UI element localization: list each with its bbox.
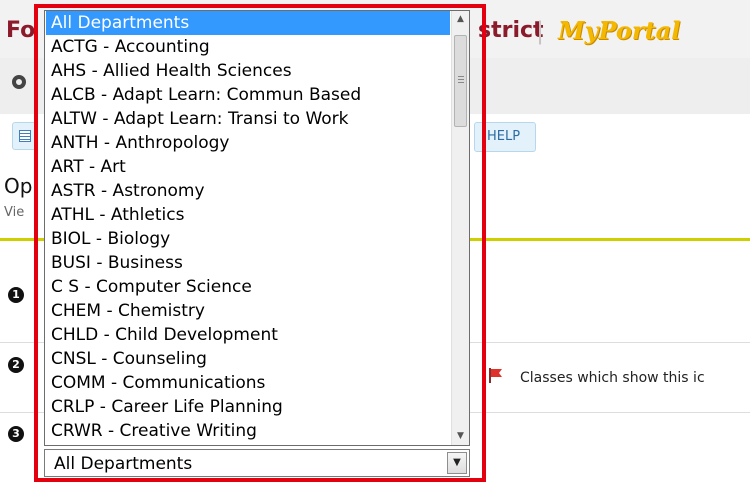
option-actg[interactable]: ACTG - Accounting: [46, 35, 450, 59]
dropdown-scrollbar[interactable]: ▲ ▼: [451, 11, 469, 445]
option-crwr[interactable]: CRWR - Creative Writing: [46, 419, 450, 443]
scroll-up-icon[interactable]: ▲: [452, 11, 469, 28]
option-cs[interactable]: C S - Computer Science: [46, 275, 450, 299]
scrollbar-thumb[interactable]: [454, 35, 467, 127]
option-anth[interactable]: ANTH - Anthropology: [46, 131, 450, 155]
step-1-badge: 1: [8, 287, 24, 303]
flag-legend-text: Classes which show this ic: [520, 370, 705, 386]
option-biol[interactable]: BIOL - Biology: [46, 227, 450, 251]
department-select-value: All Departments: [54, 454, 193, 474]
chevron-down-icon[interactable]: ▼: [447, 452, 467, 474]
brand-separator: |: [536, 17, 545, 45]
option-ahs[interactable]: AHS - Allied Health Sciences: [46, 59, 450, 83]
grip-icon: [458, 76, 464, 84]
option-chld[interactable]: CHLD - Child Development: [46, 323, 450, 347]
option-comm[interactable]: COMM - Communications: [46, 371, 450, 395]
option-cnsl[interactable]: CNSL - Counseling: [46, 347, 450, 371]
department-dropdown-list[interactable]: All Departments ACTG - Accounting AHS - …: [44, 10, 470, 446]
brand-name-right: strict: [478, 18, 544, 43]
option-alcb[interactable]: ALCB - Adapt Learn: Commun Based: [46, 83, 450, 107]
brand-name-left: Fo: [6, 18, 36, 43]
option-athl[interactable]: ATHL - Athletics: [46, 203, 450, 227]
option-crlp[interactable]: CRLP - Career Life Planning: [46, 395, 450, 419]
option-chem[interactable]: CHEM - Chemistry: [46, 299, 450, 323]
option-art[interactable]: ART - Art: [46, 155, 450, 179]
flag-icon: [489, 368, 502, 383]
option-busi[interactable]: BUSI - Business: [46, 251, 450, 275]
scroll-down-icon[interactable]: ▼: [452, 428, 469, 445]
page-title: Op: [4, 174, 33, 198]
option-all-departments[interactable]: All Departments: [46, 11, 450, 35]
myportal-logo[interactable]: MyPortal: [558, 16, 680, 45]
step-3-badge: 3: [8, 426, 24, 442]
page-subtitle: Vie: [4, 205, 25, 220]
option-altw[interactable]: ALTW - Adapt Learn: Transi to Work: [46, 107, 450, 131]
option-astr[interactable]: ASTR - Astronomy: [46, 179, 450, 203]
step-2-badge: 2: [8, 357, 24, 373]
department-select[interactable]: All Departments ▼: [44, 449, 470, 477]
list-icon: [19, 130, 31, 142]
nav-radio-icon[interactable]: [12, 75, 26, 89]
